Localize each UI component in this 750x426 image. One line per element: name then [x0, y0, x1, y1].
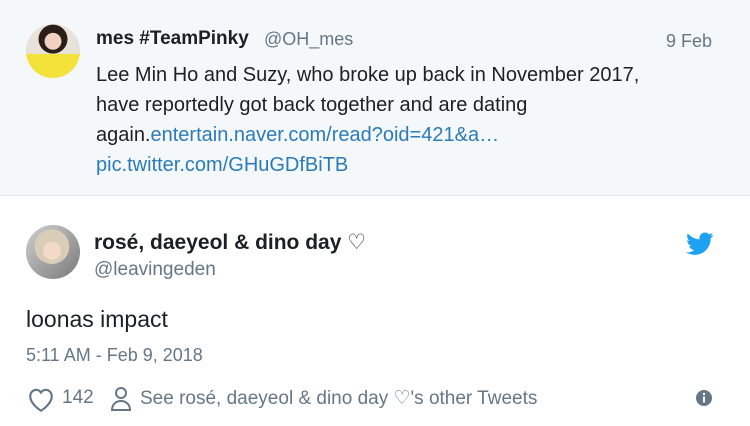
- quoted-text-line-1: Lee Min Ho and Suzy, who broke up back i…: [96, 64, 640, 86]
- tweet-text: loonas impact: [26, 306, 168, 332]
- quoted-author-avatar[interactable]: [26, 24, 80, 78]
- quoted-text-line-3: again.entertain.naver.com/read?oid=421&a…: [96, 120, 716, 150]
- quoted-author-name[interactable]: mes #TeamPinky: [96, 28, 249, 50]
- other-tweets-link[interactable]: See rosé, daeyeol & dino day ♡'s other T…: [140, 387, 537, 410]
- info-icon[interactable]: [695, 389, 713, 407]
- quoted-article-link[interactable]: entertain.naver.com/read?oid=421&a…: [151, 124, 500, 146]
- heart-icon[interactable]: [27, 387, 55, 413]
- author-name[interactable]: rosé, daeyeol & dino day ♡: [94, 230, 366, 255]
- twitter-bird-icon[interactable]: [686, 232, 714, 256]
- author-avatar[interactable]: [26, 225, 80, 279]
- quoted-text-prefix: again.: [96, 124, 151, 146]
- quoted-text-line-2: have reportedly got back together and ar…: [96, 94, 528, 116]
- quoted-tweet-text: Lee Min Ho and Suzy, who broke up back i…: [96, 60, 716, 180]
- quoted-pic-link[interactable]: pic.twitter.com/GHuGDfBiTB: [96, 154, 348, 176]
- quoted-tweet[interactable]: mes #TeamPinky @OH_mes 9 Feb Lee Min Ho …: [0, 0, 750, 196]
- like-count[interactable]: 142: [62, 387, 94, 409]
- author-handle[interactable]: @leavingeden: [94, 259, 216, 281]
- person-icon[interactable]: [110, 386, 132, 412]
- quoted-tweet-date[interactable]: 9 Feb: [666, 31, 712, 52]
- tweet-timestamp[interactable]: 5:11 AM - Feb 9, 2018: [26, 345, 203, 366]
- quoted-author-handle[interactable]: @OH_mes: [264, 29, 353, 50]
